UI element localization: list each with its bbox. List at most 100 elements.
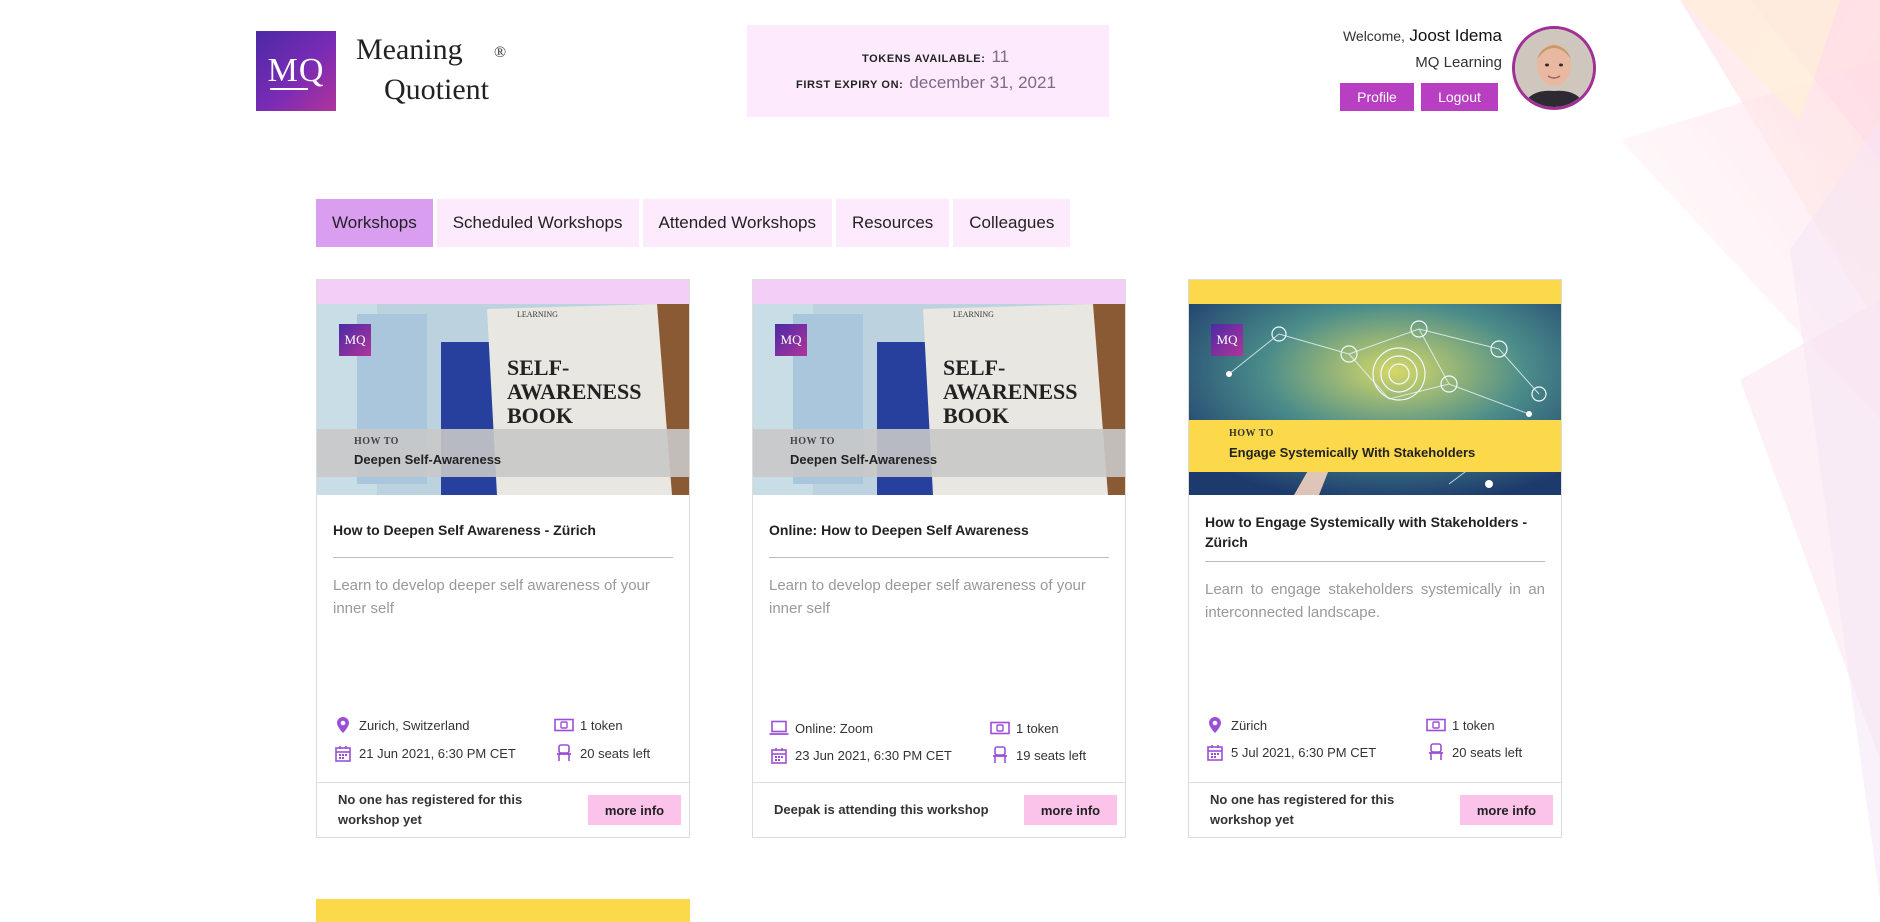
mq-mini-logo: MQ bbox=[775, 324, 807, 356]
token-icon bbox=[1426, 716, 1446, 734]
cost-text: 1 token bbox=[580, 717, 623, 733]
map-pin-icon bbox=[333, 716, 353, 734]
mq-learning-label: LEARNING bbox=[517, 310, 558, 319]
registration-status: No one has registered for this workshop … bbox=[338, 792, 523, 827]
image-howto: HOW TO bbox=[354, 436, 399, 447]
tab-workshops[interactable]: Workshops bbox=[316, 199, 433, 247]
workshop-location: Zurich, Switzerland bbox=[333, 716, 470, 734]
token-icon bbox=[554, 716, 574, 734]
mq-learning-label: LEARNING bbox=[953, 310, 994, 319]
calendar-icon bbox=[1205, 743, 1225, 761]
date-text: 23 Jun 2021, 6:30 PM CET bbox=[795, 747, 952, 763]
seats-text: 20 seats left bbox=[1452, 744, 1523, 760]
date-text: 5 Jul 2021, 6:30 PM CET bbox=[1231, 744, 1377, 760]
title-divider bbox=[333, 557, 673, 558]
workshop-cost: 1 token bbox=[990, 719, 1059, 737]
tab-attended-workshops[interactable]: Attended Workshops bbox=[642, 199, 833, 247]
token-summary: TOKENS AVAILABLE: 11 FIRST EXPIRY ON: de… bbox=[747, 25, 1109, 117]
location-text: Zurich, Switzerland bbox=[359, 717, 470, 733]
welcome-label: Welcome, bbox=[1342, 28, 1405, 44]
map-pin-icon bbox=[1205, 716, 1225, 734]
logo-initials: MQ bbox=[267, 52, 325, 89]
cost-text: 1 token bbox=[1452, 717, 1495, 733]
book-text-line: AWARENESS bbox=[507, 379, 642, 404]
calendar-icon bbox=[333, 744, 353, 762]
workshop-description: Learn to engage stakeholders systemicall… bbox=[1205, 581, 1545, 621]
image-headline: Deepen Self-Awareness bbox=[790, 452, 938, 467]
title-divider bbox=[769, 557, 1109, 558]
location-text: Zürich bbox=[1231, 717, 1268, 733]
avatar[interactable] bbox=[1512, 26, 1596, 110]
first-expiry-value: december 31, 2021 bbox=[909, 73, 1056, 92]
registration-status: Deepak is attending this workshop bbox=[774, 802, 989, 817]
cost-text: 1 token bbox=[1016, 720, 1059, 736]
book-text-line: SELF- bbox=[507, 355, 570, 380]
brand-name: Meaning Quotient bbox=[356, 30, 489, 110]
card-color-strip bbox=[753, 280, 1125, 304]
card-color-strip bbox=[1189, 280, 1561, 304]
workshop-title[interactable]: How to Deepen Self Awareness - Zürich bbox=[333, 520, 673, 540]
seats-text: 20 seats left bbox=[580, 745, 651, 761]
workshop-image: MQ HOW TO Engage Systemically With Stake… bbox=[1189, 304, 1561, 495]
main-tabs: Workshops Scheduled Workshops Attended W… bbox=[316, 199, 1071, 247]
workshop-title[interactable]: Online: How to Deepen Self Awareness bbox=[769, 520, 1109, 540]
workshop-seats: 20 seats left bbox=[1426, 743, 1522, 761]
mq-mini-logo: MQ bbox=[1211, 324, 1243, 356]
user-name: Joost Idema bbox=[1409, 26, 1502, 45]
card-footer: Deepak is attending this workshop more i… bbox=[753, 782, 1125, 837]
book-text-line: BOOK bbox=[943, 403, 1010, 428]
workshop-cost: 1 token bbox=[1426, 716, 1495, 734]
registered-mark: ® bbox=[494, 44, 507, 61]
book-text-line: SELF- bbox=[943, 355, 1006, 380]
workshop-card[interactable]: MQ LEARNING SELF- AWARENESS BOOK HOW TO … bbox=[752, 279, 1126, 838]
tokens-available-label: TOKENS AVAILABLE: bbox=[862, 53, 986, 65]
avatar-portrait bbox=[1515, 29, 1593, 107]
next-workshop-card-strip bbox=[316, 899, 690, 922]
workshop-card[interactable]: MQ LEARNING SELF- AWARENESS BOOK HOW TO … bbox=[316, 279, 690, 838]
logo-underline bbox=[270, 88, 308, 90]
workshop-date: 21 Jun 2021, 6:30 PM CET bbox=[333, 744, 516, 762]
workshop-seats: 20 seats left bbox=[554, 744, 650, 762]
brand-name-line1: Meaning bbox=[356, 33, 463, 66]
seat-icon bbox=[1426, 743, 1446, 761]
logout-button[interactable]: Logout bbox=[1421, 83, 1498, 111]
brand-logo[interactable]: MQ bbox=[256, 31, 336, 111]
token-icon bbox=[990, 719, 1010, 737]
book-text-line: AWARENESS bbox=[943, 379, 1078, 404]
workshop-image: MQ LEARNING SELF- AWARENESS BOOK HOW TO … bbox=[317, 304, 689, 495]
laptop-icon bbox=[769, 719, 789, 737]
seats-text: 19 seats left bbox=[1016, 747, 1087, 763]
tab-colleagues[interactable]: Colleagues bbox=[953, 199, 1071, 247]
title-divider bbox=[1205, 561, 1545, 562]
mq-mini-logo: MQ bbox=[339, 324, 371, 356]
workshop-title[interactable]: How to Engage Systemically with Stakehol… bbox=[1205, 512, 1545, 552]
first-expiry-label: FIRST EXPIRY ON: bbox=[796, 79, 904, 91]
tokens-available-value: 11 bbox=[991, 47, 1010, 66]
more-info-button[interactable]: more info bbox=[588, 795, 681, 825]
image-howto: HOW TO bbox=[790, 436, 835, 447]
image-headline: Engage Systemically With Stakeholders bbox=[1229, 445, 1476, 460]
seat-icon bbox=[554, 744, 574, 762]
card-footer: No one has registered for this workshop … bbox=[317, 782, 689, 837]
book-cover-text: SELF- AWARENESS BOOK bbox=[943, 356, 1078, 428]
workshop-date: 23 Jun 2021, 6:30 PM CET bbox=[769, 746, 952, 764]
card-footer: No one has registered for this workshop … bbox=[1189, 782, 1561, 837]
profile-button[interactable]: Profile bbox=[1340, 83, 1414, 111]
tab-scheduled-workshops[interactable]: Scheduled Workshops bbox=[436, 199, 639, 247]
workshop-location: Online: Zoom bbox=[769, 719, 873, 737]
workshop-date: 5 Jul 2021, 6:30 PM CET bbox=[1205, 743, 1376, 761]
workshop-location: Zürich bbox=[1205, 716, 1267, 734]
seat-icon bbox=[990, 746, 1010, 764]
calendar-icon bbox=[769, 746, 789, 764]
image-howto: HOW TO bbox=[1229, 428, 1274, 439]
workshop-image: MQ LEARNING SELF- AWARENESS BOOK HOW TO … bbox=[753, 304, 1125, 495]
more-info-button[interactable]: more info bbox=[1460, 795, 1553, 825]
book-cover-text: SELF- AWARENESS BOOK bbox=[507, 356, 642, 428]
workshop-card[interactable]: MQ HOW TO Engage Systemically With Stake… bbox=[1188, 279, 1562, 838]
book-text-line: BOOK bbox=[507, 403, 574, 428]
tab-resources[interactable]: Resources bbox=[836, 199, 950, 247]
workshop-description: Learn to develop deeper self awareness o… bbox=[769, 577, 1086, 617]
card-color-strip bbox=[317, 280, 689, 304]
more-info-button[interactable]: more info bbox=[1024, 795, 1117, 825]
workshop-description: Learn to develop deeper self awareness o… bbox=[333, 577, 650, 617]
